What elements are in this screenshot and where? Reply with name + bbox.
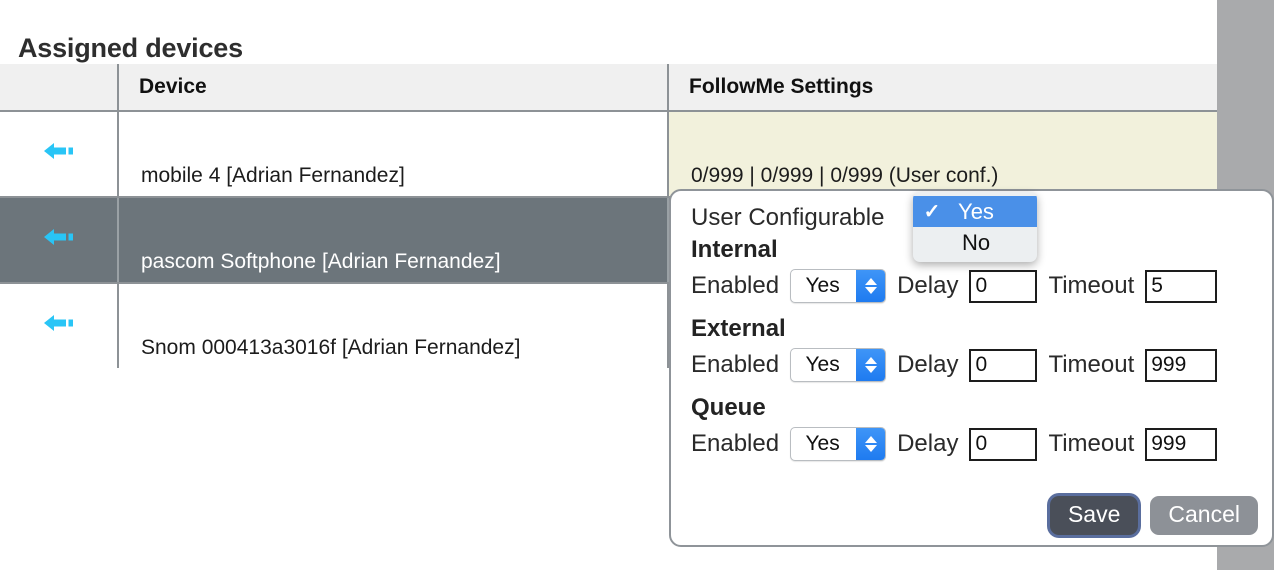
row-action-cell[interactable] xyxy=(0,111,118,198)
queue-enabled-select[interactable]: Yes xyxy=(790,427,887,461)
internal-timeout-label: Timeout xyxy=(1048,272,1135,299)
user-configurable-dropdown[interactable]: ✓ Yes No xyxy=(913,192,1037,262)
dropdown-option-yes[interactable]: ✓ Yes xyxy=(913,196,1037,227)
table-row[interactable]: mobile 4 [Adrian Fernandez] 0/999 | 0/99… xyxy=(0,111,1217,198)
queue-timeout-input[interactable] xyxy=(1145,427,1218,461)
back-arrow-icon[interactable] xyxy=(42,227,76,247)
page-title: Assigned devices xyxy=(18,33,243,64)
dropdown-option-label: No xyxy=(961,229,991,255)
user-configurable-label: User Configurable xyxy=(691,204,885,231)
external-enabled-label: Enabled xyxy=(691,351,780,378)
panel-button-bar: Save Cancel xyxy=(1049,495,1258,535)
internal-enabled-value: Yes xyxy=(805,274,840,297)
back-arrow-icon[interactable] xyxy=(42,313,76,333)
chevron-updown-icon[interactable] xyxy=(856,270,886,302)
dropdown-option-no[interactable]: No xyxy=(913,227,1037,258)
followme-settings-value[interactable]: 0/999 | 0/999 | 0/999 (User conf.) xyxy=(667,111,1217,198)
external-enabled-select[interactable]: Yes xyxy=(790,348,887,382)
external-timeout-label: Timeout xyxy=(1048,351,1135,378)
external-enabled-value: Yes xyxy=(805,353,840,376)
queue-field-row: Enabled Yes Delay Timeout xyxy=(691,424,1258,464)
internal-delay-input[interactable] xyxy=(969,269,1038,303)
section-heading-external: External xyxy=(691,315,786,342)
chevron-updown-icon[interactable] xyxy=(856,349,886,381)
table-header-row: Device FollowMe Settings xyxy=(0,64,1217,112)
internal-enabled-select[interactable]: Yes xyxy=(790,269,887,303)
external-delay-label: Delay xyxy=(897,351,959,378)
section-heading-queue: Queue xyxy=(691,394,766,421)
chevron-updown-icon[interactable] xyxy=(856,428,886,460)
back-arrow-icon[interactable] xyxy=(42,141,76,161)
column-header-arrow xyxy=(0,64,118,112)
column-header-followme: FollowMe Settings xyxy=(667,64,1217,112)
external-delay-input[interactable] xyxy=(969,348,1038,382)
device-name: mobile 4 [Adrian Fernandez] xyxy=(117,111,668,198)
internal-delay-label: Delay xyxy=(897,272,959,299)
queue-enabled-value: Yes xyxy=(805,432,840,455)
queue-delay-input[interactable] xyxy=(969,427,1038,461)
device-name: Snom 000413a3016f [Adrian Fernandez] xyxy=(117,283,668,368)
internal-timeout-input[interactable] xyxy=(1145,269,1218,303)
queue-enabled-label: Enabled xyxy=(691,430,780,457)
queue-delay-label: Delay xyxy=(897,430,959,457)
internal-enabled-label: Enabled xyxy=(691,272,780,299)
column-header-device: Device xyxy=(117,64,668,112)
device-name: pascom Softphone [Adrian Fernandez] xyxy=(117,197,668,284)
external-timeout-input[interactable] xyxy=(1145,348,1218,382)
check-icon: ✓ xyxy=(923,201,941,223)
external-field-row: Enabled Yes Delay Timeout xyxy=(691,345,1258,385)
row-action-cell[interactable] xyxy=(0,197,118,284)
save-button[interactable]: Save xyxy=(1049,495,1139,535)
internal-field-row: Enabled Yes Delay Timeout xyxy=(691,266,1258,306)
cancel-button[interactable]: Cancel xyxy=(1150,495,1258,535)
row-action-cell[interactable] xyxy=(0,283,118,368)
queue-timeout-label: Timeout xyxy=(1048,430,1135,457)
dropdown-option-label: Yes xyxy=(958,198,994,224)
